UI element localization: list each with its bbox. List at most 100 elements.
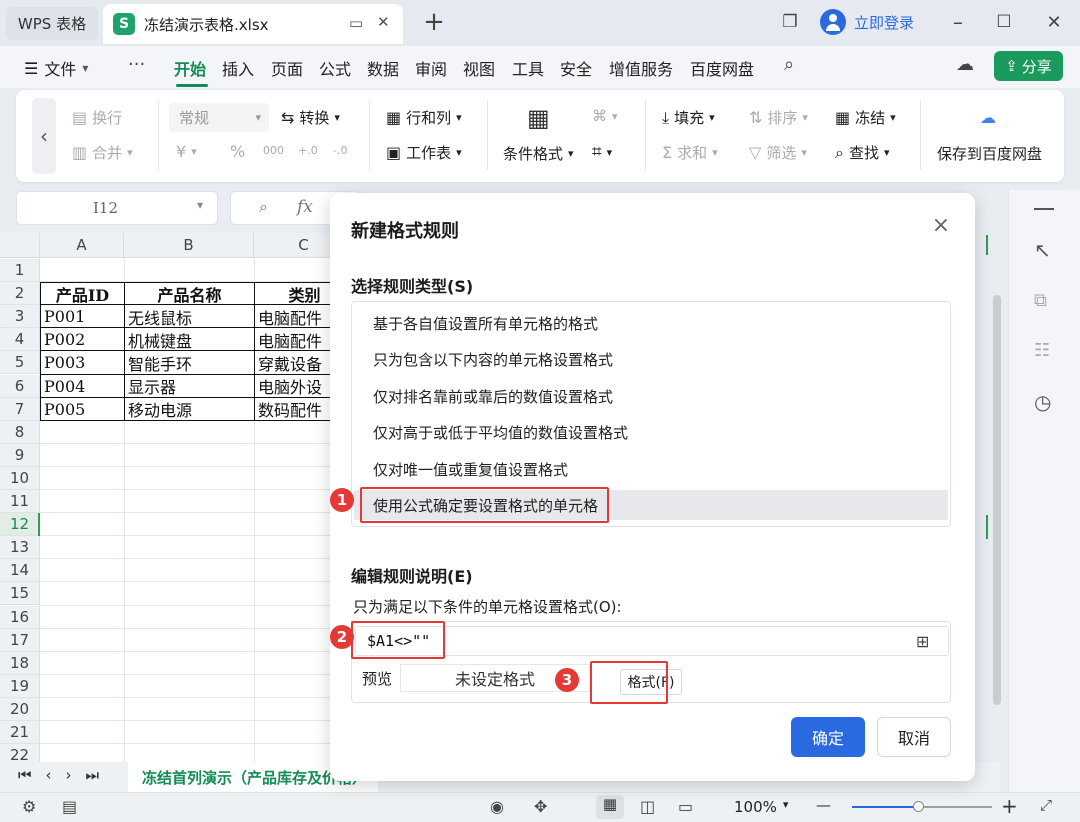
share-button[interactable]: ⇪ 分享 xyxy=(994,51,1063,81)
vertical-scrollbar[interactable] xyxy=(993,295,1001,705)
column-header-b[interactable]: B xyxy=(124,233,254,258)
table-cell[interactable]: P003 xyxy=(41,351,124,374)
wrap-button[interactable]: ▤ 换行 xyxy=(72,107,122,128)
zoom-out-button[interactable]: — xyxy=(816,796,831,814)
row-header[interactable]: 14 xyxy=(0,559,40,583)
currency-button[interactable]: ¥ ▾ xyxy=(176,142,197,161)
table-cell[interactable]: P005 xyxy=(41,398,124,421)
reading-view-icon[interactable]: ▭ xyxy=(678,797,693,816)
menu-view[interactable]: 视图 xyxy=(463,56,495,80)
collapse-panel-icon[interactable] xyxy=(1034,208,1054,210)
window-mode-icon[interactable]: ▭ xyxy=(349,14,363,32)
decimal-decrease-button[interactable]: -.0 xyxy=(333,144,347,157)
chat-icon[interactable]: ☁ xyxy=(956,54,974,75)
search-icon[interactable]: ⌕ xyxy=(784,54,794,75)
worksheet-button[interactable]: ▣ 工作表 ▾ xyxy=(386,142,462,163)
row-header[interactable]: 4 xyxy=(0,328,40,352)
menu-home[interactable]: 开始 xyxy=(174,56,206,80)
row-header[interactable]: 9 xyxy=(0,443,40,467)
menu-page[interactable]: 页面 xyxy=(271,56,303,80)
convert-button[interactable]: ⇆ 转换 ▾ xyxy=(281,107,340,128)
menu-vas[interactable]: 增值服务 xyxy=(609,56,673,80)
fullscreen-icon[interactable]: ⤢ xyxy=(1040,796,1052,814)
rows-cols-button[interactable]: ▦ 行和列 ▾ xyxy=(386,107,462,128)
rule-item-contains[interactable]: 只为包含以下内容的单元格设置格式 xyxy=(354,344,948,374)
row-header[interactable]: 11 xyxy=(0,490,40,514)
ribbon-scroll-left-icon[interactable]: ‹ xyxy=(32,98,56,174)
number-format-select[interactable]: 常规 ▾ xyxy=(169,103,269,132)
table-cell[interactable]: 无线鼠标 xyxy=(125,305,254,328)
rule-item-average[interactable]: 仅对高于或低于平均值的数值设置格式 xyxy=(354,417,948,447)
row-header[interactable]: 6 xyxy=(0,374,40,398)
settings-sliders-icon[interactable]: ☷ xyxy=(1034,340,1050,361)
next-sheet-icon[interactable]: › xyxy=(66,766,72,784)
first-sheet-icon[interactable]: ⏮ xyxy=(18,766,32,784)
column-header-a[interactable]: A xyxy=(40,233,124,258)
prev-sheet-icon[interactable]: ‹ xyxy=(46,766,52,784)
last-sheet-icon[interactable]: ⏭ xyxy=(86,766,100,784)
close-window-icon[interactable]: ✕ xyxy=(1042,10,1066,34)
row-header[interactable]: 15 xyxy=(0,582,40,606)
rule-item-all-values[interactable]: 基于各自值设置所有单元格的格式 xyxy=(354,308,948,338)
close-icon[interactable]: × xyxy=(930,215,952,237)
minimize-icon[interactable]: – xyxy=(946,10,970,34)
row-header[interactable]: 17 xyxy=(0,628,40,652)
login-button[interactable]: 立即登录 xyxy=(820,9,914,35)
select-pointer-icon[interactable]: ↖ xyxy=(1034,238,1051,262)
decimal-increase-button[interactable]: +.0 xyxy=(298,144,318,157)
select-all-corner[interactable] xyxy=(0,233,40,258)
eye-protect-icon[interactable]: ◉ xyxy=(490,797,504,816)
cond-format-icon[interactable]: ▦ xyxy=(527,104,550,132)
new-tab-button[interactable]: + xyxy=(420,7,448,37)
table-cell[interactable]: 显示器 xyxy=(125,375,254,398)
zoom-slider-handle[interactable] xyxy=(913,801,924,812)
find-button[interactable]: ⌕ 查找 ▾ xyxy=(835,142,890,163)
page-icon[interactable]: ▤ xyxy=(62,797,77,816)
menu-data[interactable]: 数据 xyxy=(367,56,399,80)
border-icon[interactable]: ⌗ ▾ xyxy=(592,142,612,162)
row-header[interactable]: 16 xyxy=(0,605,40,629)
thousands-button[interactable]: 000 xyxy=(263,144,284,157)
row-header[interactable]: 8 xyxy=(0,420,40,444)
sort-button[interactable]: ⇅ 排序 ▾ xyxy=(749,107,808,128)
cell-style-icon[interactable]: ⌘ ▾ xyxy=(592,107,618,125)
menu-tools[interactable]: 工具 xyxy=(512,56,544,80)
macro-icon[interactable]: ⚙ xyxy=(22,797,36,816)
layers-icon[interactable]: ⧉ xyxy=(1034,290,1047,311)
menu-security[interactable]: 安全 xyxy=(560,56,592,80)
table-cell[interactable]: P004 xyxy=(41,375,124,398)
menu-insert[interactable]: 插入 xyxy=(222,56,254,80)
table-header-cell[interactable]: 产品ID xyxy=(41,282,124,305)
row-header[interactable]: 2 xyxy=(0,282,40,306)
table-cell[interactable]: P001 xyxy=(41,305,124,328)
percent-button[interactable]: % xyxy=(230,142,245,161)
save-baidu-button[interactable]: 保存到百度网盘 xyxy=(937,143,1042,164)
row-header[interactable]: 18 xyxy=(0,651,40,675)
table-cell[interactable]: 智能手环 xyxy=(125,351,254,374)
range-picker-icon[interactable]: ⊞ xyxy=(916,632,929,651)
table-cell[interactable]: 移动电源 xyxy=(125,398,254,421)
row-header[interactable]: 1 xyxy=(0,259,40,283)
cancel-button[interactable]: 取消 xyxy=(877,717,951,757)
tab-file[interactable]: S 冻结演示表格.xlsx ▭ ✕ xyxy=(103,4,403,44)
more-menu-icon[interactable]: ··· xyxy=(128,54,145,75)
fill-button[interactable]: ⤓ 填充 ▾ xyxy=(662,107,715,128)
tab-wps-home[interactable]: WPS 表格 xyxy=(6,7,98,40)
locate-icon[interactable]: ✥ xyxy=(534,797,547,816)
name-box[interactable]: I12 ▾ xyxy=(16,191,218,225)
filter-button[interactable]: ▽ 筛选 ▾ xyxy=(749,142,807,163)
zoom-select[interactable]: 100% ▾ xyxy=(734,798,788,816)
row-header[interactable]: 20 xyxy=(0,697,40,721)
table-cell[interactable]: P002 xyxy=(41,328,124,351)
ok-button[interactable]: 确定 xyxy=(791,717,865,757)
table-header-cell[interactable]: 产品名称 xyxy=(125,282,254,305)
maximize-icon[interactable]: ☐ xyxy=(992,10,1016,34)
fx-icon[interactable]: fx xyxy=(297,197,313,217)
menu-baidu[interactable]: 百度网盘 xyxy=(690,56,754,80)
row-header[interactable]: 3 xyxy=(0,305,40,329)
menu-formula[interactable]: 公式 xyxy=(319,56,351,80)
menu-review[interactable]: 审阅 xyxy=(415,56,447,80)
table-cell[interactable]: 机械键盘 xyxy=(125,328,254,351)
row-header[interactable]: 12 xyxy=(0,513,40,537)
row-header[interactable]: 10 xyxy=(0,466,40,490)
